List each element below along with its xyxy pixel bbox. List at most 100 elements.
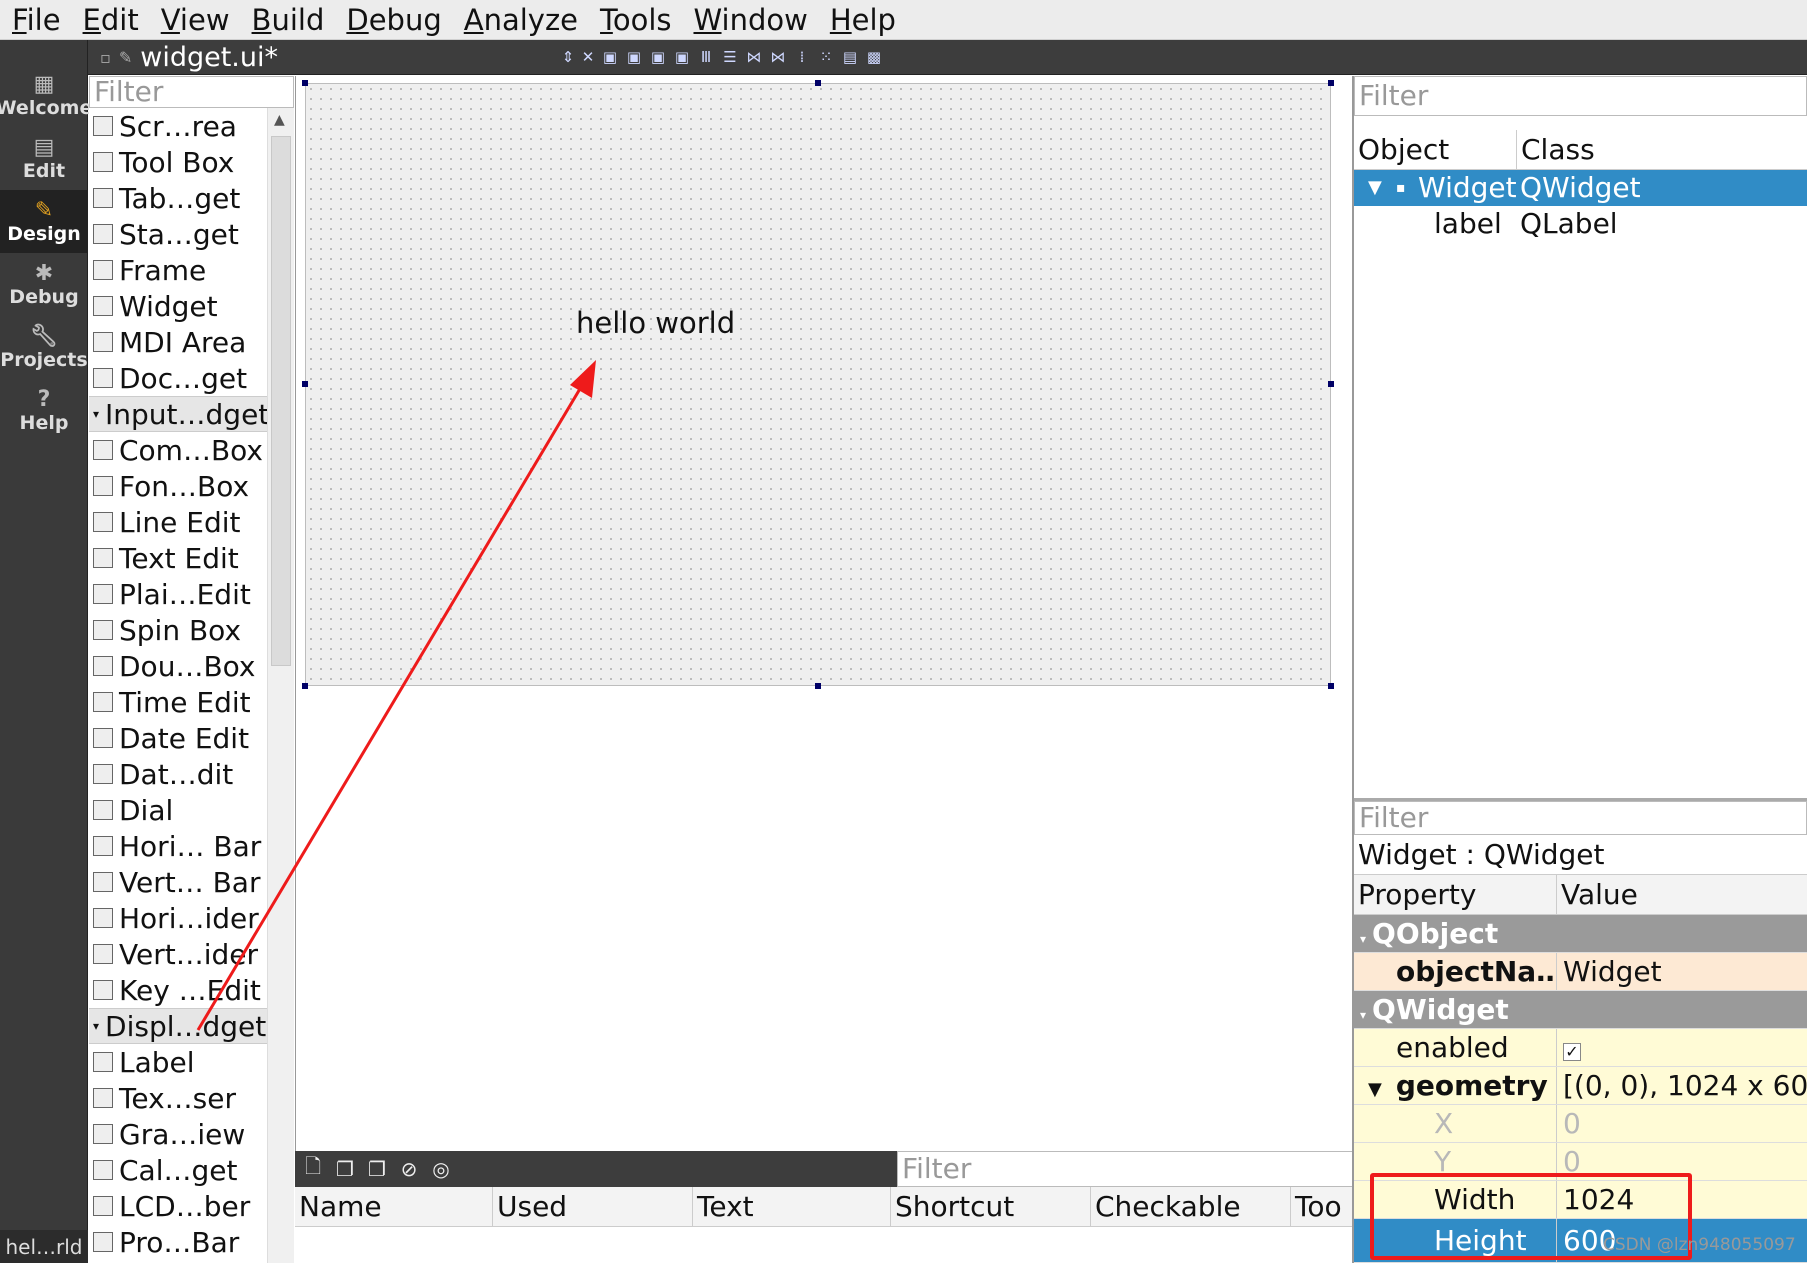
property-row-enabled[interactable]: enabled ✓ xyxy=(1354,1029,1807,1067)
form-widget[interactable] xyxy=(305,83,1331,686)
column-object[interactable]: Object xyxy=(1354,130,1517,169)
widget-box-item[interactable]: Line Edit xyxy=(89,504,267,540)
widget-box-item[interactable]: Tex…ser xyxy=(89,1080,267,1116)
widget-box-item[interactable]: Date Edit xyxy=(89,720,267,756)
widget-box-item[interactable]: Hori… Bar xyxy=(89,828,267,864)
enabled-checkbox[interactable]: ✓ xyxy=(1563,1043,1581,1061)
property-row-x[interactable]: X 0 xyxy=(1354,1105,1807,1143)
delete-icon[interactable]: ⊘ xyxy=(397,1157,421,1181)
widget-box-item[interactable]: Tool Box xyxy=(89,144,267,180)
resize-handle[interactable] xyxy=(1328,80,1334,86)
widget-box-item[interactable]: Sta…get xyxy=(89,216,267,252)
column-property[interactable]: Property xyxy=(1354,875,1557,914)
widget-box-item[interactable]: Tab…get xyxy=(89,180,267,216)
widget-box-item[interactable]: Widget xyxy=(89,288,267,324)
property-row-objectname[interactable]: objectNa… Widget xyxy=(1354,953,1807,991)
splitter-horizontal-icon[interactable]: ⋈ xyxy=(746,48,762,66)
widget-category[interactable]: ▾ Input…dget xyxy=(89,396,267,432)
mode-welcome[interactable]: ▦ Welcome xyxy=(0,64,92,127)
splitter-vertical-icon[interactable]: ⋈ xyxy=(770,48,786,66)
paste-icon[interactable]: ❐ xyxy=(365,1157,389,1181)
property-group-qobject[interactable]: ▾ QObject xyxy=(1354,915,1807,953)
widget-box-item[interactable]: Com…Box xyxy=(89,432,267,468)
layout-form-icon[interactable]: ⁙ xyxy=(818,48,834,66)
menu-tools[interactable]: Tools xyxy=(600,0,671,40)
object-inspector-filter[interactable]: Filter xyxy=(1354,76,1807,116)
menu-file[interactable]: File xyxy=(12,0,61,40)
widget-box-item[interactable]: Dat…dit xyxy=(89,756,267,792)
widget-box-item[interactable]: Frame xyxy=(89,252,267,288)
document-tab[interactable]: ▫ ✎ widget.ui* xyxy=(100,40,278,75)
column-class[interactable]: Class xyxy=(1517,130,1807,169)
widget-box-item[interactable]: Scr…rea xyxy=(89,108,267,144)
widget-box-item[interactable]: MDI Area xyxy=(89,324,267,360)
edit-signals-icon[interactable]: ▣ xyxy=(626,48,642,66)
resize-handle[interactable] xyxy=(1328,381,1334,387)
widget-box-item[interactable]: Text Edit xyxy=(89,540,267,576)
hello-world-label[interactable]: hello world xyxy=(576,306,735,340)
resize-handle[interactable] xyxy=(1328,683,1334,689)
collapse-arrow-icon[interactable]: ▾ xyxy=(1360,932,1366,946)
widget-box-item[interactable]: Gra…iew xyxy=(89,1116,267,1152)
menu-help[interactable]: Help xyxy=(830,0,896,40)
expand-arrow-icon[interactable]: ▼ xyxy=(1368,170,1382,206)
widget-box-item[interactable]: Label xyxy=(89,1044,267,1080)
break-layout-icon[interactable]: ▤ xyxy=(842,48,858,66)
menu-build[interactable]: Build xyxy=(252,0,325,40)
property-filter-input[interactable]: Filter xyxy=(1354,801,1807,835)
layout-horizontal-icon[interactable]: Ⅲ xyxy=(698,48,714,66)
column-shortcut[interactable]: Shortcut xyxy=(891,1187,1091,1226)
resize-handle[interactable] xyxy=(815,80,821,86)
resize-handle[interactable] xyxy=(302,683,308,689)
column-text[interactable]: Text xyxy=(693,1187,891,1226)
widget-box-item[interactable]: Key …Edit xyxy=(89,972,267,1008)
mode-edit[interactable]: ▤ Edit xyxy=(0,127,88,190)
action-filter-input[interactable]: Filter xyxy=(897,1151,1353,1187)
widget-box-item[interactable]: Spin Box xyxy=(89,612,267,648)
column-checkable[interactable]: Checkable xyxy=(1091,1187,1291,1226)
kit-selector[interactable]: hel…rld xyxy=(0,1230,88,1263)
document-switch-icon[interactable]: ⇕ xyxy=(560,48,576,66)
mode-help[interactable]: ? Help xyxy=(0,379,88,442)
layout-vertical-icon[interactable]: ☰ xyxy=(722,48,738,66)
tree-row-label[interactable]: label QLabel xyxy=(1354,206,1807,242)
widget-box-item[interactable]: Dial xyxy=(89,792,267,828)
column-tooltip[interactable]: Too xyxy=(1291,1187,1353,1226)
edit-tab-order-icon[interactable]: ▣ xyxy=(674,48,690,66)
configure-icon[interactable]: ◎ xyxy=(429,1157,453,1181)
layout-grid-icon[interactable]: ⁞ xyxy=(794,48,810,66)
mode-projects[interactable]: 🔧︎ Projects xyxy=(0,316,88,379)
collapse-arrow-icon[interactable]: ▾ xyxy=(93,1019,99,1033)
menu-analyze[interactable]: Analyze xyxy=(464,0,578,40)
property-row-geometry[interactable]: ▼geometry [(0, 0), 1024 x 600] xyxy=(1354,1067,1807,1105)
scroll-up-icon[interactable]: ▲ xyxy=(274,112,285,128)
widget-box-item[interactable]: LCD…ber xyxy=(89,1188,267,1224)
adjust-size-icon[interactable]: ▩ xyxy=(866,48,882,66)
mode-debug[interactable]: ✱ Debug xyxy=(0,253,88,316)
widget-box-item[interactable]: Hori…ider xyxy=(89,900,267,936)
column-value[interactable]: Value xyxy=(1557,875,1807,914)
widget-box-item[interactable]: Cal…get xyxy=(89,1152,267,1188)
widget-box-item[interactable]: Dou…Box xyxy=(89,648,267,684)
widget-box-item[interactable]: Vert…ider xyxy=(89,936,267,972)
new-action-icon[interactable]: 🗋︎ xyxy=(301,1152,325,1186)
edit-buddies-icon[interactable]: ▣ xyxy=(650,48,666,66)
widget-box-item[interactable]: Fon…Box xyxy=(89,468,267,504)
edit-widgets-icon[interactable]: ▣ xyxy=(602,48,618,66)
column-name[interactable]: Name xyxy=(295,1187,493,1226)
widget-box-filter[interactable]: Filter xyxy=(89,76,294,108)
resize-handle[interactable] xyxy=(302,80,308,86)
menu-debug[interactable]: Debug xyxy=(346,0,441,40)
menu-window[interactable]: Window xyxy=(693,0,807,40)
column-used[interactable]: Used xyxy=(493,1187,693,1226)
menu-edit[interactable]: Edit xyxy=(83,0,139,40)
widget-box-item[interactable]: Doc…get xyxy=(89,360,267,396)
collapse-arrow-icon[interactable]: ▾ xyxy=(93,407,99,421)
widget-box-scrollbar[interactable]: ▲ xyxy=(267,108,294,1263)
widget-box-item[interactable]: Plai…Edit xyxy=(89,576,267,612)
copy-icon[interactable]: ❐ xyxy=(333,1157,357,1181)
collapse-arrow-icon[interactable]: ▾ xyxy=(1360,1008,1366,1022)
widget-box-item[interactable]: Vert… Bar xyxy=(89,864,267,900)
expand-arrow-icon[interactable]: ▼ xyxy=(1368,1079,1382,1100)
resize-handle[interactable] xyxy=(815,683,821,689)
